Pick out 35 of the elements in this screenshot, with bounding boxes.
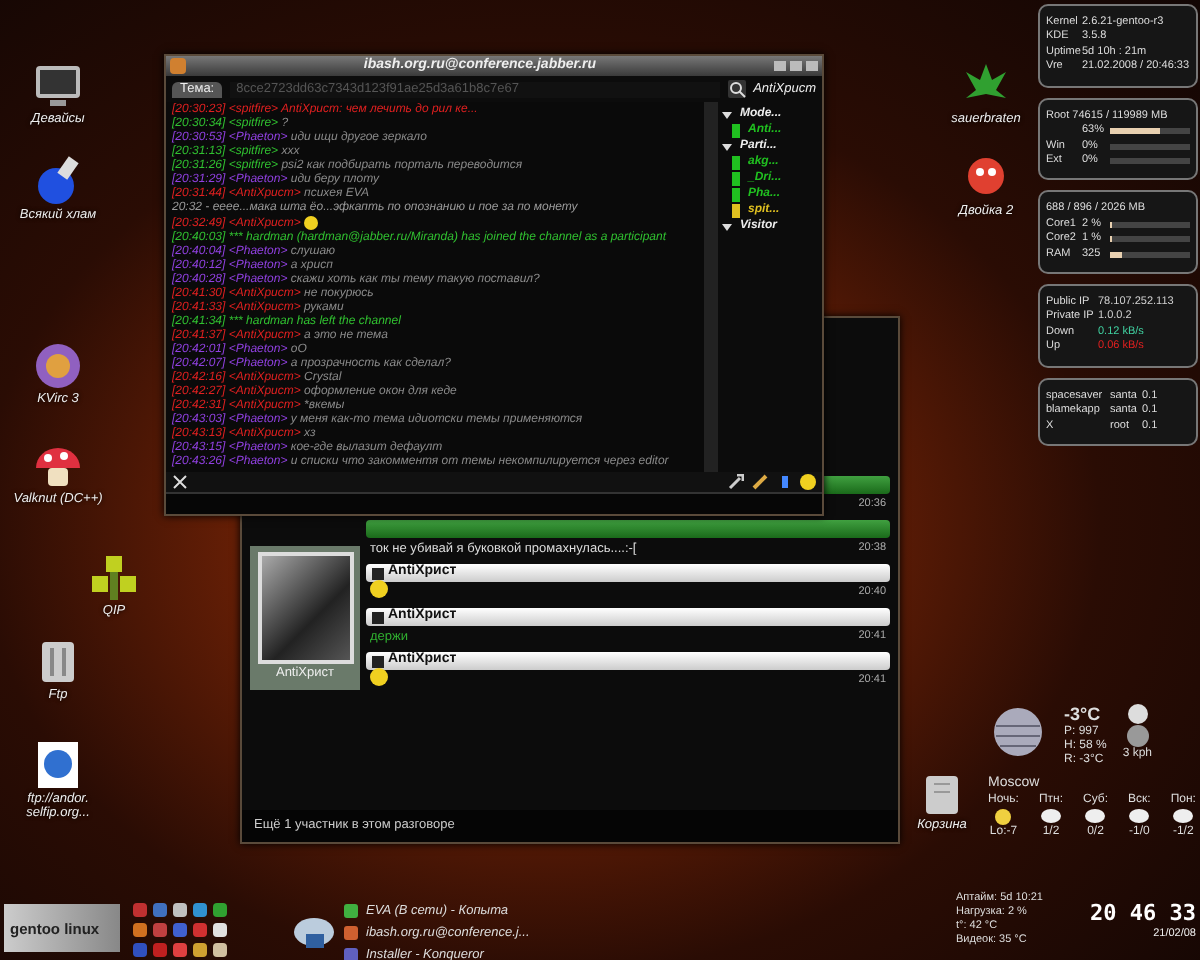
- message-input[interactable]: [166, 492, 822, 515]
- temperature: -3°C: [1064, 704, 1103, 725]
- usage-bar: [1110, 251, 1190, 258]
- network-cloud-icon[interactable]: [292, 913, 336, 954]
- wrench-icon[interactable]: [728, 474, 744, 491]
- clock-time: 20 46 33: [1090, 900, 1196, 926]
- smiley-icon: [304, 216, 319, 230]
- window-buttons-icon[interactable]: [774, 60, 818, 72]
- expand-icon[interactable]: [172, 474, 188, 491]
- cloud-icon[interactable]: [1084, 807, 1107, 826]
- usage-bar: [1110, 128, 1190, 135]
- smiley-icon[interactable]: [800, 474, 816, 491]
- search-icon[interactable]: [727, 80, 746, 98]
- gear-icon[interactable]: [32, 340, 84, 390]
- usage-bar: [1110, 222, 1190, 228]
- scrollbar[interactable]: [704, 102, 718, 473]
- cloud-icon[interactable]: [1172, 807, 1195, 826]
- expand-arrow-icon[interactable]: [722, 221, 732, 231]
- flask-icon[interactable]: [32, 156, 84, 206]
- pen-icon[interactable]: [752, 474, 768, 491]
- expand-arrow-icon[interactable]: [722, 109, 732, 119]
- sun-icon[interactable]: [992, 807, 1015, 826]
- expand-arrow-icon[interactable]: [722, 141, 732, 151]
- monitor-icon[interactable]: [32, 60, 84, 110]
- status-icon[interactable]: [372, 611, 384, 623]
- cloud-icon[interactable]: [1039, 807, 1062, 826]
- info-icon[interactable]: [776, 474, 792, 491]
- planet-icon[interactable]: [988, 704, 1048, 760]
- trash-icon[interactable]: [922, 772, 962, 816]
- cloud-icon[interactable]: [1128, 807, 1151, 826]
- usage-bar: [1110, 236, 1190, 243]
- status-icon[interactable]: [372, 567, 384, 579]
- photo-placeholder: [257, 552, 353, 664]
- flower-icon[interactable]: [88, 552, 140, 602]
- status-icon[interactable]: [372, 655, 384, 667]
